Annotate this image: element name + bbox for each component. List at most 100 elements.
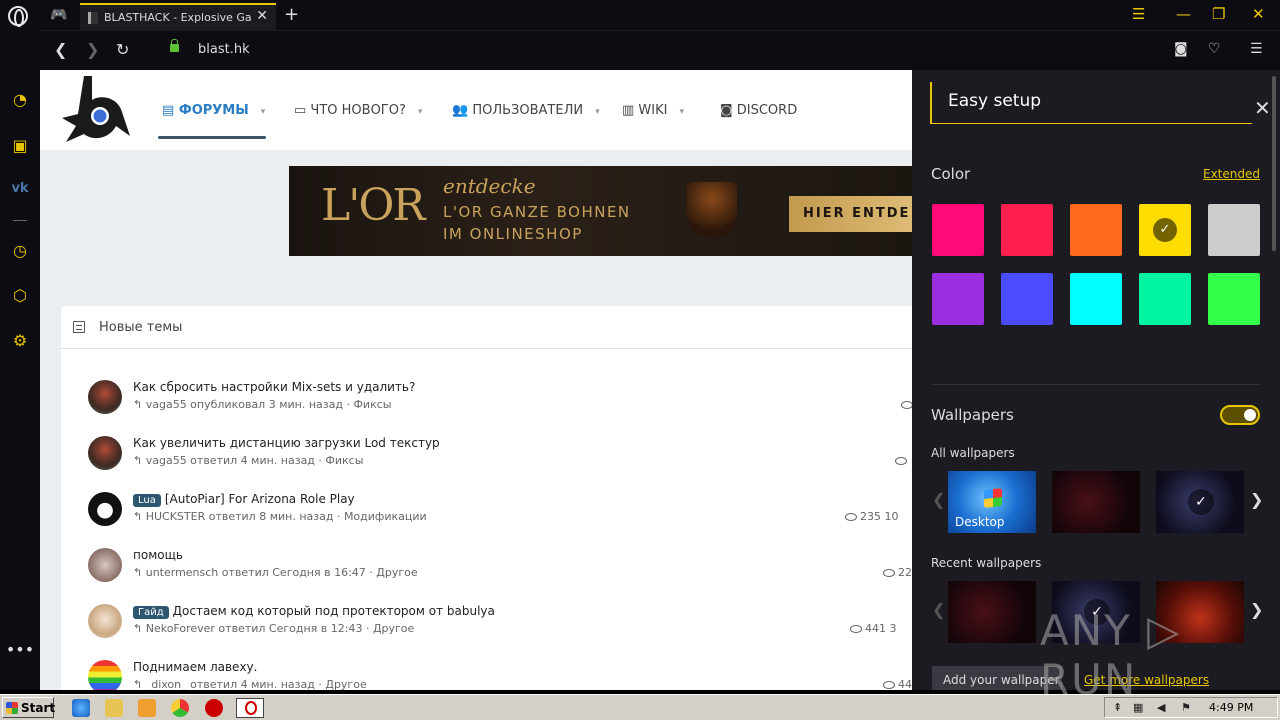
tray-arrow-icon[interactable]: ⇞ [1113,701,1122,714]
thread-row[interactable]: Поднимаем лавеху. ↰ _dixon_ ответил 4 ми… [61,654,912,690]
color-swatch[interactable] [1001,204,1053,256]
scroll-thumb[interactable] [1272,76,1276,251]
avatar[interactable] [88,436,122,470]
gamepad-icon[interactable]: 🎮 [50,7,67,23]
chrome-icon[interactable] [171,699,189,717]
browser-titlebar: 🎮 BLASTHACK - Explosive Gamel ✕ + ☰ — ❐ … [0,0,1280,30]
thread-meta: ↰ vaga55 опубликовал 3 мин. назад · Фикс… [133,398,392,411]
thread-title[interactable]: Как сбросить настройки Mix-sets и удалит… [133,380,415,394]
thread-title[interactable]: Lua [AutoPiar] For Arizona Role Play [133,492,355,507]
nav-whats-new[interactable]: ▭ ЧТО НОВОГО? ▾ [294,103,422,118]
prefix-badge[interactable]: Гайд [133,606,169,619]
extensions-cube-icon[interactable]: ⬡ [0,286,40,305]
color-swatch[interactable] [1001,273,1053,325]
vk-icon[interactable]: vk [0,181,40,196]
panel-scrollbar[interactable] [1268,70,1280,690]
snapshot-icon[interactable]: ◙ [1174,41,1188,57]
avatar[interactable] [88,604,122,638]
back-button[interactable]: ❮ [54,40,67,59]
chevron-down-icon[interactable]: ▾ [595,107,600,117]
thread-title[interactable]: Поднимаем лавеху. [133,660,257,674]
twitch-icon[interactable]: ▣ [0,136,40,155]
nav-users[interactable]: 👥 ПОЛЬЗОВАТЕЛИ ▾ [452,103,600,118]
block-title: Новые темы [99,320,183,335]
explorer-folder-icon[interactable] [105,699,123,717]
recent-wallpaper-red[interactable] [948,581,1036,643]
clock[interactable]: 4:49 PM [1209,701,1253,714]
color-label: Color [931,165,971,183]
nav-wiki[interactable]: ▥ WIKI ▾ [622,103,684,118]
ie-icon[interactable] [72,699,90,717]
more-dots-icon[interactable]: ••• [0,640,40,659]
bookmark-heart-icon[interactable]: ♡ [1208,41,1221,57]
toggle-knob [1244,409,1256,421]
forward-button[interactable]: ❯ [86,40,99,59]
media-player-icon[interactable] [138,699,156,717]
maximize-button[interactable]: ❐ [1212,5,1225,23]
all-wallpapers-next-icon[interactable]: ❯ [1250,490,1263,509]
tab-title: BLASTHACK - Explosive Gamel [104,11,252,24]
thread-title[interactable]: Гайд Достаем код который под протектором … [133,604,495,619]
thread-meta: ↰ vaga55 ответил 4 мин. назад · Фиксы [133,454,364,467]
thread-row[interactable]: Как увеличить дистанцию загрузки Lod тек… [61,430,912,486]
color-swatch[interactable] [932,273,984,325]
blasthack-logo-icon[interactable] [62,74,132,146]
ad-banner[interactable]: L'OR entdecke L'OR GANZE BOHNEN IM ONLIN… [289,166,912,256]
reload-button[interactable]: ↻ [116,40,129,59]
thread-row[interactable]: Как сбросить настройки Mix-sets и удалит… [61,374,912,430]
opera-logo-icon[interactable] [8,6,28,27]
wallpaper-red-nebula[interactable] [1052,471,1140,533]
banner-cta-button[interactable]: HIER ENTDE [789,196,912,232]
thread-title[interactable]: помощь [133,548,183,562]
flag-icon[interactable]: ⚑ [1181,701,1191,714]
avatar[interactable] [88,548,122,582]
color-swatch[interactable] [1208,204,1260,256]
avatar[interactable] [88,492,122,526]
wallpapers-toggle[interactable] [1220,405,1260,425]
browser-tab[interactable]: BLASTHACK - Explosive Gamel ✕ [80,3,276,30]
color-swatch[interactable] [932,204,984,256]
all-wallpapers-prev-icon[interactable]: ❮ [932,490,945,509]
chevron-down-icon[interactable]: ▾ [679,107,684,117]
panel-title: Easy setup [948,91,1042,111]
extended-link[interactable]: Extended [1203,167,1260,181]
new-tab-button[interactable]: + [284,4,299,25]
color-swatch[interactable] [1070,273,1122,325]
opera-icon[interactable] [205,699,223,717]
whats-new-icon: ▭ [294,103,311,118]
thread-stats [895,454,910,467]
start-button[interactable]: Start [2,697,55,718]
wallpaper-desktop[interactable]: Desktop [948,471,1036,533]
thread-row[interactable]: Гайд Достаем код который под протектором … [61,598,912,654]
speed-dial-icon[interactable]: ◔ [0,90,40,109]
color-swatch[interactable] [1070,204,1122,256]
thread-row[interactable]: Lua [AutoPiar] For Arizona Role Play ↰ HU… [61,486,912,542]
recent-wallpapers-prev-icon[interactable]: ❮ [932,600,945,619]
avatar[interactable] [88,380,122,414]
address-bar: ❮ ❯ ↻ blast.hk ◙ ♡ ☰ [40,30,1280,70]
chevron-down-icon[interactable]: ▾ [418,107,423,117]
url-field[interactable]: blast.hk [198,42,250,57]
wallpaper-blue-nebula[interactable]: ✓ [1156,471,1244,533]
minimize-button[interactable]: — [1176,5,1191,23]
close-window-button[interactable]: ✕ [1252,5,1265,23]
opera-active-task[interactable] [236,698,264,718]
color-swatch[interactable] [1208,273,1260,325]
color-swatch[interactable] [1139,273,1191,325]
prefix-badge[interactable]: Lua [133,494,161,507]
easy-setup-menu-icon[interactable]: ☰ [1132,5,1145,23]
network-icon[interactable]: ▦ [1133,701,1143,714]
color-swatch[interactable]: ✓ [1139,204,1191,256]
settings-gear-icon[interactable]: ⚙ [0,331,40,350]
easy-setup-panel: Easy setup ✕ Color Extended ✓ Wallpapers… [912,70,1280,690]
nav-forums[interactable]: ▤ ФОРУМЫ ▾ [162,103,265,118]
thread-row[interactable]: помощь ↰ untermensch ответил Сегодня в 1… [61,542,912,598]
nav-discord[interactable]: ◙ DISCORD [720,103,797,118]
history-clock-icon[interactable]: ◷ [0,241,40,260]
thread-title[interactable]: Как увеличить дистанцию загрузки Lod тек… [133,436,440,450]
tab-close-icon[interactable]: ✕ [256,8,268,24]
volume-icon[interactable]: ◀ [1157,701,1165,714]
chevron-down-icon[interactable]: ▾ [261,107,266,117]
avatar[interactable] [88,660,122,690]
settings-sliders-icon[interactable]: ☰ [1250,41,1263,57]
